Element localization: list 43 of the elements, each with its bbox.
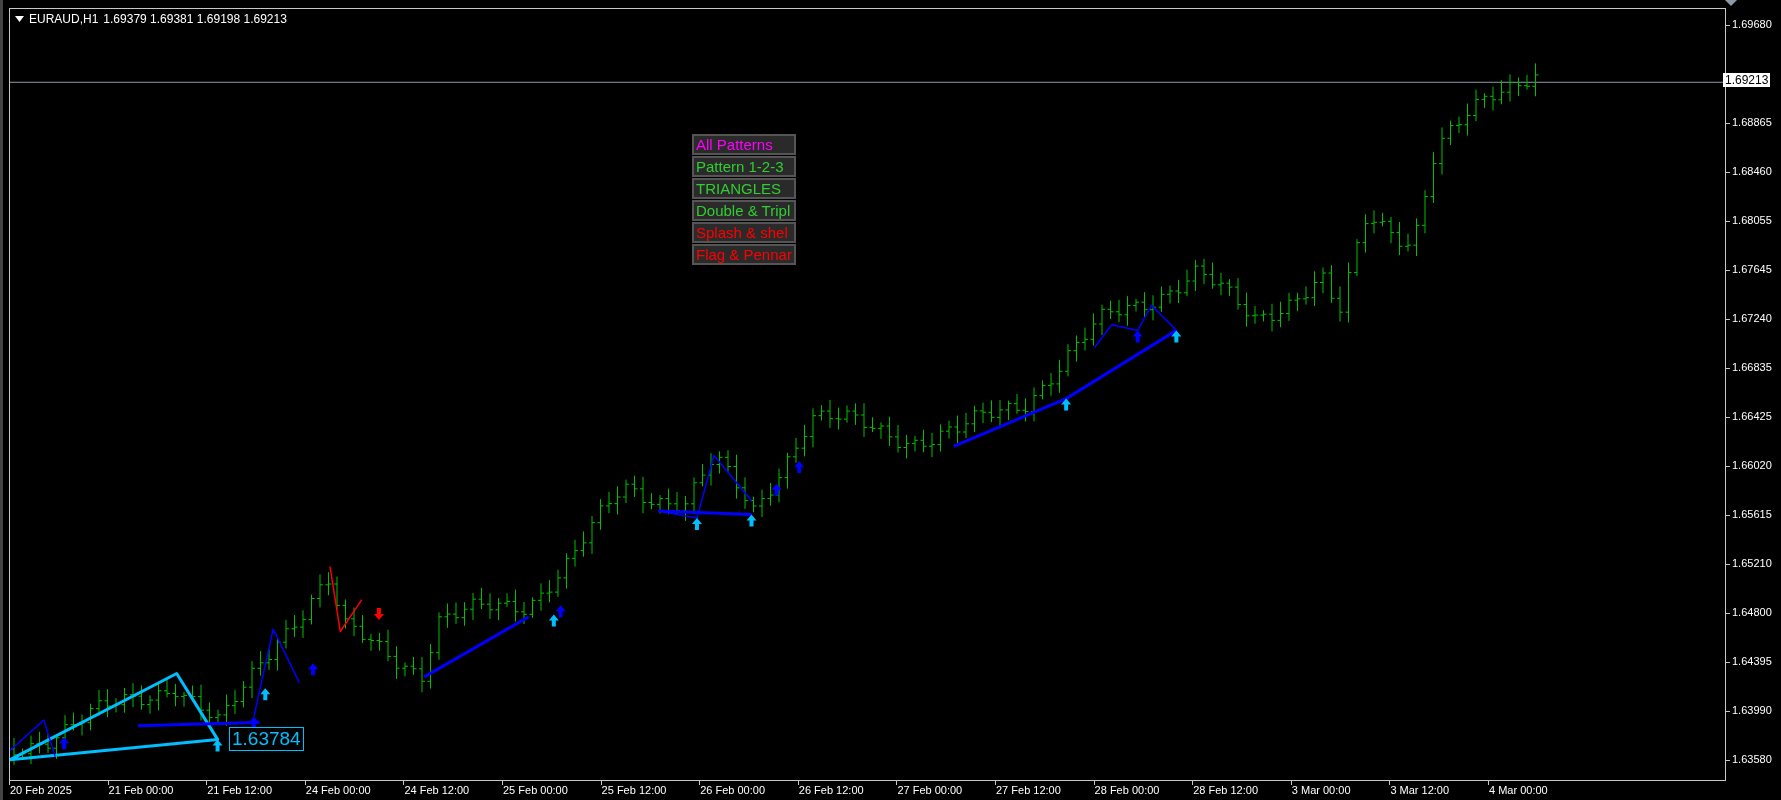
symbol-label: EURAUD,H1 <box>29 12 99 26</box>
price-tick-label: 1.69680 <box>1732 18 1772 30</box>
current-price-marker: 1.69213 <box>1723 73 1771 88</box>
price-tick-label: 1.66835 <box>1732 360 1772 373</box>
time-tick-label: 24 Feb 00:00 <box>305 784 371 796</box>
time-tick-label: 26 Feb 00:00 <box>700 784 766 796</box>
time-tick-label: 3 Mar 12:00 <box>1390 784 1450 796</box>
pattern-button[interactable]: Double & Tripl <box>692 200 796 221</box>
price-tick-label: 1.67645 <box>1732 263 1772 276</box>
price-label: 1.63784 <box>229 727 304 751</box>
time-tick-label: 28 Feb 00:00 <box>1094 784 1160 796</box>
price-tick-label: 1.67240 <box>1732 312 1772 324</box>
price-tick-label: 1.63580 <box>1732 753 1772 765</box>
time-tick-label: 25 Feb 12:00 <box>601 784 667 796</box>
pattern-button[interactable]: Pattern 1-2-3 <box>692 156 796 177</box>
pattern-button[interactable]: Splash & shel <box>692 222 796 243</box>
time-tick-label: 27 Feb 00:00 <box>897 784 963 796</box>
price-tick-label: 1.65615 <box>1732 507 1772 520</box>
price-tick-label: 1.64395 <box>1732 654 1772 667</box>
dropdown-triangle-icon[interactable] <box>15 16 24 22</box>
pattern-button[interactable]: Flag & Pennar <box>692 244 796 265</box>
price-tick-label: 1.68865 <box>1732 116 1772 129</box>
price-tick-label: 1.63990 <box>1732 703 1772 716</box>
time-tick-label: 27 Feb 12:00 <box>996 784 1061 796</box>
ohlc-quotes: 1.69379 1.69381 1.69198 1.69213 <box>103 12 287 26</box>
time-tick-label: 24 Feb 12:00 <box>404 784 470 796</box>
time-tick-label: 25 Feb 00:00 <box>503 784 568 796</box>
price-tick-label: 1.65210 <box>1732 556 1772 569</box>
time-tick-label: 20 Feb 2025 <box>10 784 72 796</box>
time-tick-label: 3 Mar 00:00 <box>1291 784 1351 796</box>
pattern-button[interactable]: TRIANGLES <box>692 178 796 199</box>
price-tick-label: 1.66020 <box>1732 459 1772 471</box>
time-tick-label: 28 Feb 12:00 <box>1193 784 1259 796</box>
price-tick-label: 1.68460 <box>1732 165 1772 177</box>
price-tick-label: 1.66425 <box>1732 410 1772 423</box>
pattern-button[interactable]: All Patterns <box>692 134 796 155</box>
time-tick-label: 21 Feb 12:00 <box>207 784 273 796</box>
time-tick-label: 4 Mar 00:00 <box>1489 784 1548 796</box>
time-tick-label: 26 Feb 12:00 <box>798 784 864 796</box>
time-tick-label: 21 Feb 00:00 <box>108 784 174 796</box>
price-tick-label: 1.64800 <box>1732 606 1772 618</box>
shift-marker-icon[interactable] <box>1725 0 1737 6</box>
price-tick-label: 1.68055 <box>1732 213 1772 226</box>
